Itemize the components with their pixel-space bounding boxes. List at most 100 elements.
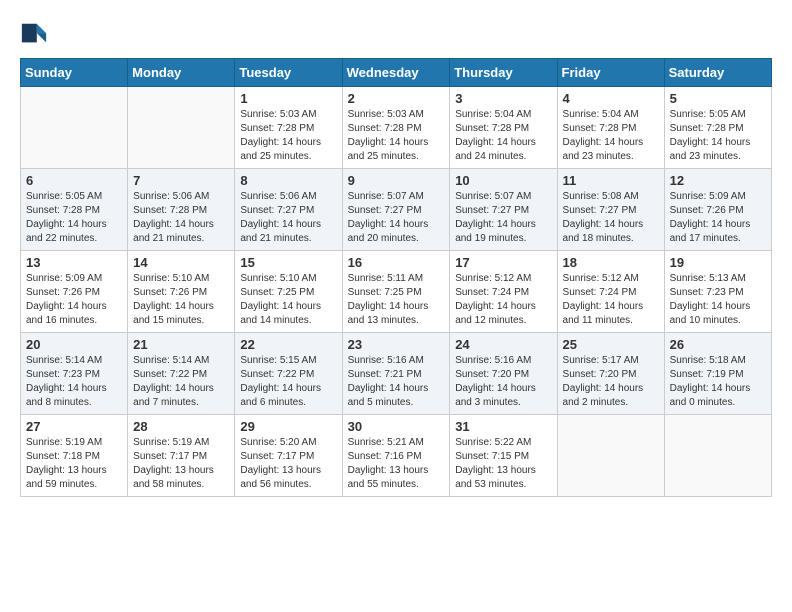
day-info: Sunrise: 5:20 AM Sunset: 7:17 PM Dayligh… — [240, 436, 336, 492]
day-number: 22 — [240, 337, 336, 352]
calendar-day-cell: 21 Sunrise: 5:14 AM Sunset: 7:22 PM Dayli… — [128, 333, 235, 415]
day-info: Sunrise: 5:05 AM Sunset: 7:28 PM Dayligh… — [670, 108, 766, 164]
day-of-week-header: Thursday — [450, 59, 557, 87]
day-info: Sunrise: 5:03 AM Sunset: 7:28 PM Dayligh… — [348, 108, 445, 164]
calendar-day-cell: 16 Sunrise: 5:11 AM Sunset: 7:25 PM Dayli… — [342, 251, 450, 333]
day-info: Sunrise: 5:19 AM Sunset: 7:18 PM Dayligh… — [26, 436, 122, 492]
calendar-day-cell — [664, 415, 771, 497]
logo-icon — [20, 20, 48, 48]
calendar-day-cell: 24Sunrise: 5:16 AM Sunset: 7:20 PM Dayli… — [450, 333, 557, 415]
day-number: 1 — [240, 91, 336, 106]
day-info: Sunrise: 5:21 AM Sunset: 7:16 PM Dayligh… — [348, 436, 445, 492]
day-info: Sunrise: 5:06 AM Sunset: 7:27 PM Dayligh… — [240, 190, 336, 246]
day-info: Sunrise: 5:10 AM Sunset: 7:25 PM Dayligh… — [240, 272, 336, 328]
calendar: SundayMondayTuesdayWednesdayThursdayFrid… — [20, 58, 772, 497]
day-info: Sunrise: 5:14 AM Sunset: 7:23 PM Dayligh… — [26, 354, 122, 410]
day-info: Sunrise: 5:14 AM Sunset: 7:22 PM Dayligh… — [133, 354, 229, 410]
day-of-week-header: Friday — [557, 59, 664, 87]
day-of-week-header: Monday — [128, 59, 235, 87]
page-header — [20, 20, 772, 48]
day-info: Sunrise: 5:11 AM Sunset: 7:25 PM Dayligh… — [348, 272, 445, 328]
day-number: 8 — [240, 173, 336, 188]
calendar-day-cell: 13 Sunrise: 5:09 AM Sunset: 7:26 PM Dayli… — [21, 251, 128, 333]
day-number: 11 — [563, 173, 659, 188]
calendar-day-cell: 15 Sunrise: 5:10 AM Sunset: 7:25 PM Dayli… — [235, 251, 342, 333]
day-number: 6 — [26, 173, 122, 188]
calendar-week-row: 6 Sunrise: 5:05 AM Sunset: 7:28 PM Daylig… — [21, 169, 772, 251]
day-info: Sunrise: 5:07 AM Sunset: 7:27 PM Dayligh… — [455, 190, 551, 246]
day-number: 28 — [133, 419, 229, 434]
day-of-week-header: Tuesday — [235, 59, 342, 87]
calendar-header-row: SundayMondayTuesdayWednesdayThursdayFrid… — [21, 59, 772, 87]
day-info: Sunrise: 5:19 AM Sunset: 7:17 PM Dayligh… — [133, 436, 229, 492]
day-info: Sunrise: 5:22 AM Sunset: 7:15 PM Dayligh… — [455, 436, 551, 492]
day-number: 10 — [455, 173, 551, 188]
calendar-day-cell — [128, 87, 235, 169]
calendar-day-cell: 8 Sunrise: 5:06 AM Sunset: 7:27 PM Daylig… — [235, 169, 342, 251]
day-number: 27 — [26, 419, 122, 434]
day-info: Sunrise: 5:05 AM Sunset: 7:28 PM Dayligh… — [26, 190, 122, 246]
calendar-week-row: 1 Sunrise: 5:03 AM Sunset: 7:28 PM Daylig… — [21, 87, 772, 169]
calendar-day-cell — [21, 87, 128, 169]
day-number: 21 — [133, 337, 229, 352]
day-info: Sunrise: 5:18 AM Sunset: 7:19 PM Dayligh… — [670, 354, 766, 410]
day-number: 7 — [133, 173, 229, 188]
day-info: Sunrise: 5:15 AM Sunset: 7:22 PM Dayligh… — [240, 354, 336, 410]
day-of-week-header: Saturday — [664, 59, 771, 87]
day-of-week-header: Sunday — [21, 59, 128, 87]
calendar-day-cell: 12Sunrise: 5:09 AM Sunset: 7:26 PM Dayli… — [664, 169, 771, 251]
calendar-day-cell: 28 Sunrise: 5:19 AM Sunset: 7:17 PM Dayli… — [128, 415, 235, 497]
day-number: 18 — [563, 255, 659, 270]
calendar-day-cell — [557, 415, 664, 497]
day-number: 16 — [348, 255, 445, 270]
day-info: Sunrise: 5:09 AM Sunset: 7:26 PM Dayligh… — [26, 272, 122, 328]
day-number: 20 — [26, 337, 122, 352]
calendar-day-cell: 23 Sunrise: 5:16 AM Sunset: 7:21 PM Dayli… — [342, 333, 450, 415]
calendar-day-cell: 19 Sunrise: 5:13 AM Sunset: 7:23 PM Dayli… — [664, 251, 771, 333]
day-number: 30 — [348, 419, 445, 434]
calendar-day-cell: 2Sunrise: 5:03 AM Sunset: 7:28 PM Daylig… — [342, 87, 450, 169]
day-number: 29 — [240, 419, 336, 434]
calendar-day-cell: 20 Sunrise: 5:14 AM Sunset: 7:23 PM Dayli… — [21, 333, 128, 415]
day-number: 31 — [455, 419, 551, 434]
calendar-day-cell: 29 Sunrise: 5:20 AM Sunset: 7:17 PM Dayli… — [235, 415, 342, 497]
day-info: Sunrise: 5:13 AM Sunset: 7:23 PM Dayligh… — [670, 272, 766, 328]
day-number: 19 — [670, 255, 766, 270]
calendar-day-cell: 3 Sunrise: 5:04 AM Sunset: 7:28 PM Daylig… — [450, 87, 557, 169]
day-info: Sunrise: 5:04 AM Sunset: 7:28 PM Dayligh… — [455, 108, 551, 164]
day-number: 3 — [455, 91, 551, 106]
calendar-day-cell: 22 Sunrise: 5:15 AM Sunset: 7:22 PM Dayli… — [235, 333, 342, 415]
calendar-day-cell: 7 Sunrise: 5:06 AM Sunset: 7:28 PM Daylig… — [128, 169, 235, 251]
calendar-week-row: 20 Sunrise: 5:14 AM Sunset: 7:23 PM Dayli… — [21, 333, 772, 415]
day-info: Sunrise: 5:07 AM Sunset: 7:27 PM Dayligh… — [348, 190, 445, 246]
day-number: 25 — [563, 337, 659, 352]
day-number: 12 — [670, 173, 766, 188]
day-info: Sunrise: 5:16 AM Sunset: 7:21 PM Dayligh… — [348, 354, 445, 410]
calendar-week-row: 13 Sunrise: 5:09 AM Sunset: 7:26 PM Dayli… — [21, 251, 772, 333]
day-info: Sunrise: 5:06 AM Sunset: 7:28 PM Dayligh… — [133, 190, 229, 246]
calendar-day-cell: 11 Sunrise: 5:08 AM Sunset: 7:27 PM Dayli… — [557, 169, 664, 251]
day-number: 9 — [348, 173, 445, 188]
calendar-day-cell: 27 Sunrise: 5:19 AM Sunset: 7:18 PM Dayli… — [21, 415, 128, 497]
calendar-day-cell: 1 Sunrise: 5:03 AM Sunset: 7:28 PM Daylig… — [235, 87, 342, 169]
day-info: Sunrise: 5:10 AM Sunset: 7:26 PM Dayligh… — [133, 272, 229, 328]
calendar-day-cell: 5Sunrise: 5:05 AM Sunset: 7:28 PM Daylig… — [664, 87, 771, 169]
day-info: Sunrise: 5:16 AM Sunset: 7:20 PM Dayligh… — [455, 354, 551, 410]
calendar-day-cell: 9 Sunrise: 5:07 AM Sunset: 7:27 PM Daylig… — [342, 169, 450, 251]
calendar-day-cell: 6 Sunrise: 5:05 AM Sunset: 7:28 PM Daylig… — [21, 169, 128, 251]
calendar-week-row: 27 Sunrise: 5:19 AM Sunset: 7:18 PM Dayli… — [21, 415, 772, 497]
day-info: Sunrise: 5:03 AM Sunset: 7:28 PM Dayligh… — [240, 108, 336, 164]
day-number: 14 — [133, 255, 229, 270]
day-info: Sunrise: 5:08 AM Sunset: 7:27 PM Dayligh… — [563, 190, 659, 246]
calendar-day-cell: 10 Sunrise: 5:07 AM Sunset: 7:27 PM Dayli… — [450, 169, 557, 251]
day-number: 23 — [348, 337, 445, 352]
day-of-week-header: Wednesday — [342, 59, 450, 87]
day-info: Sunrise: 5:12 AM Sunset: 7:24 PM Dayligh… — [455, 272, 551, 328]
day-number: 15 — [240, 255, 336, 270]
day-info: Sunrise: 5:04 AM Sunset: 7:28 PM Dayligh… — [563, 108, 659, 164]
day-info: Sunrise: 5:12 AM Sunset: 7:24 PM Dayligh… — [563, 272, 659, 328]
day-number: 13 — [26, 255, 122, 270]
calendar-day-cell: 4Sunrise: 5:04 AM Sunset: 7:28 PM Daylig… — [557, 87, 664, 169]
calendar-day-cell: 30 Sunrise: 5:21 AM Sunset: 7:16 PM Dayli… — [342, 415, 450, 497]
calendar-day-cell: 18 Sunrise: 5:12 AM Sunset: 7:24 PM Dayli… — [557, 251, 664, 333]
